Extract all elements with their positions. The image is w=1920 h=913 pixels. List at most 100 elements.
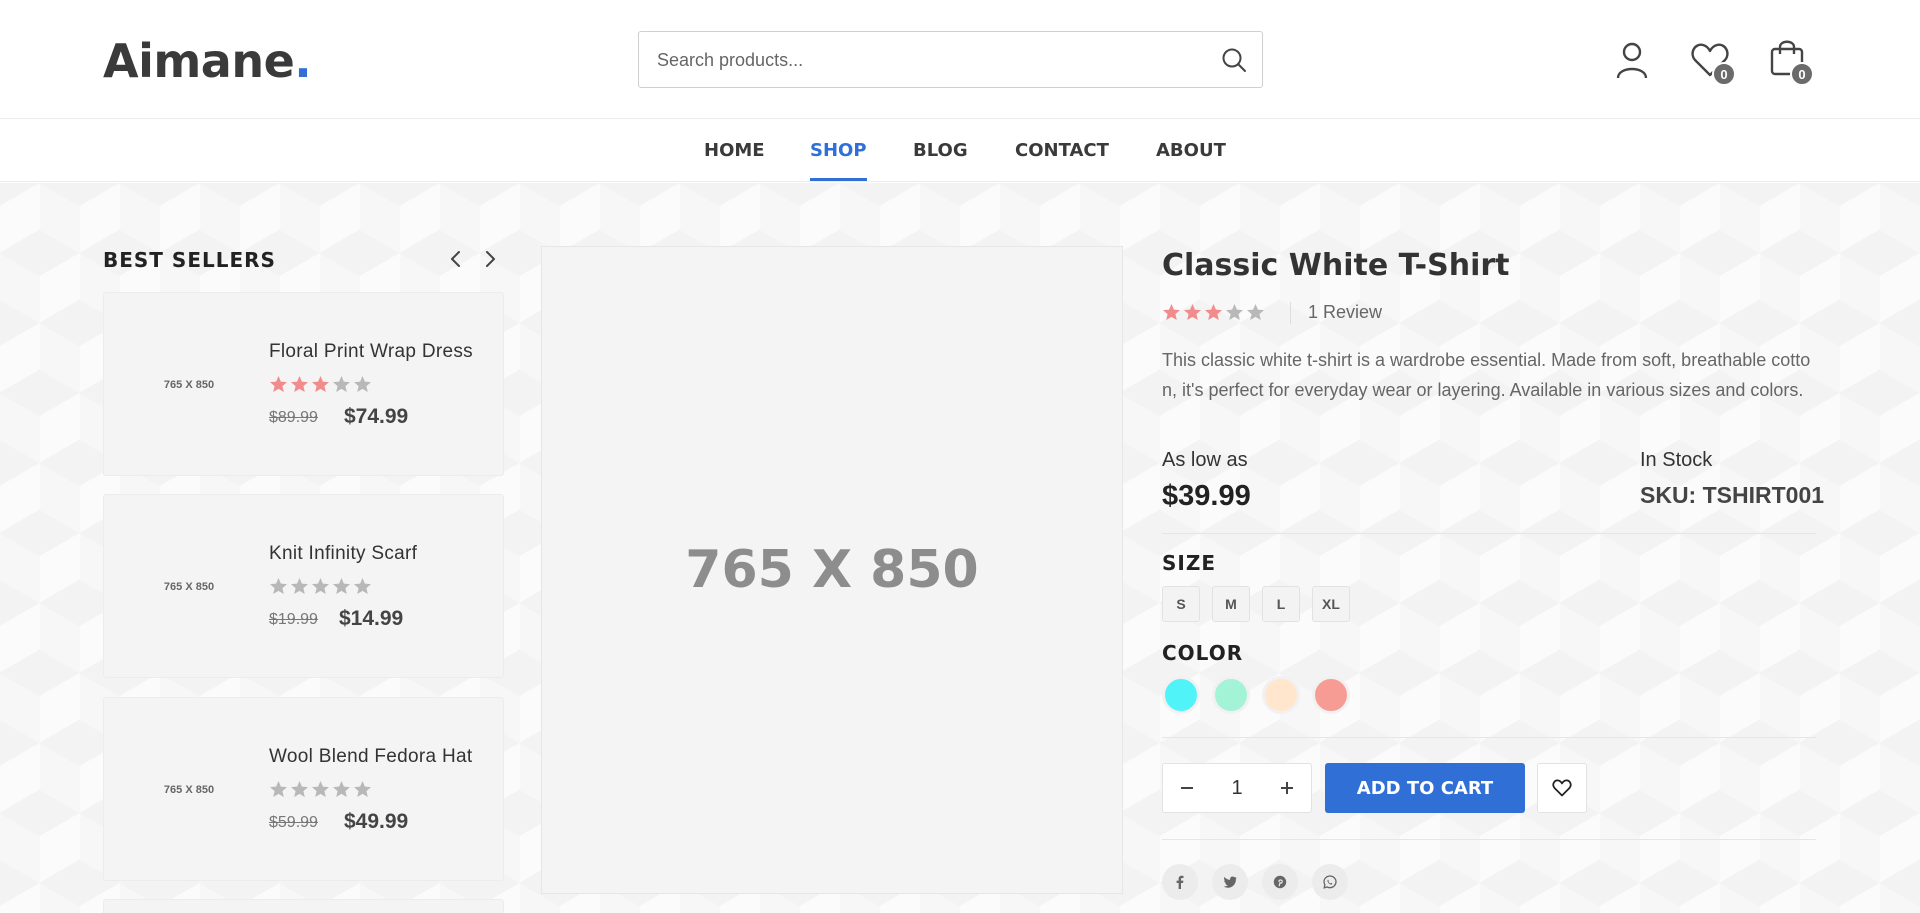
divider (1162, 839, 1816, 840)
cart-count-badge: 0 (1790, 62, 1814, 86)
size-option-xl[interactable]: XL (1312, 586, 1350, 622)
star-filled-icon (270, 376, 287, 392)
nav-about[interactable]: ABOUT (1156, 140, 1226, 161)
star-empty-icon (291, 781, 308, 797)
wishlist-count-badge: 0 (1712, 62, 1736, 86)
product-name[interactable]: Knit Infinity Scarf (269, 543, 417, 565)
star-empty-icon (333, 578, 350, 594)
nav-home[interactable]: HOME (704, 140, 765, 161)
twitter-icon (1223, 876, 1237, 888)
star-filled-icon (312, 376, 329, 392)
brand-name: Aimane (103, 34, 295, 88)
price: $74.99 (344, 405, 409, 428)
brand-logo[interactable]: Aimane. (103, 34, 312, 88)
best-seller-card[interactable]: 765 X 850 Wool Blend Fedora Hat $59.99 $… (103, 697, 504, 881)
star-empty-icon (354, 376, 371, 392)
divider (1162, 737, 1816, 738)
quantity-decrease-button[interactable] (1163, 764, 1211, 812)
price: $49.99 (344, 810, 409, 833)
price-label: As low as (1162, 449, 1248, 471)
color-swatch-4[interactable] (1312, 676, 1350, 714)
star-empty-icon (1226, 304, 1243, 320)
user-icon[interactable] (1612, 40, 1652, 80)
size-option-m[interactable]: M (1212, 586, 1250, 622)
quantity-value[interactable]: 1 (1215, 777, 1259, 800)
rating-stars (269, 375, 372, 394)
share-pinterest[interactable] (1262, 864, 1298, 900)
star-empty-icon (312, 781, 329, 797)
quantity-increase-button[interactable] (1263, 764, 1311, 812)
product-main-image[interactable]: 765 X 850 (541, 246, 1123, 894)
whatsapp-icon (1323, 875, 1337, 889)
pinterest-icon (1273, 875, 1287, 889)
old-price: $19.99 (269, 611, 318, 628)
old-price: $89.99 (269, 409, 318, 426)
star-empty-icon (270, 781, 287, 797)
wishlist-button[interactable]: 0 (1690, 40, 1740, 88)
product-thumbnail[interactable]: 765 X 850 (104, 495, 274, 679)
divider (1162, 533, 1816, 534)
add-to-wishlist-button[interactable] (1537, 763, 1587, 813)
rating-stars (269, 780, 372, 799)
product-price: $39.99 (1162, 480, 1251, 512)
star-filled-icon (1163, 304, 1180, 320)
star-empty-icon (354, 781, 371, 797)
share-whatsapp[interactable] (1312, 864, 1348, 900)
size-label: SIZE (1162, 551, 1217, 575)
chevron-right-icon[interactable] (479, 248, 501, 270)
color-swatch-1[interactable] (1162, 676, 1200, 714)
color-swatch-3[interactable] (1262, 676, 1300, 714)
product-name[interactable]: Floral Print Wrap Dress (269, 341, 473, 363)
color-swatch-2[interactable] (1212, 676, 1250, 714)
star-empty-icon (333, 376, 350, 392)
share-facebook[interactable] (1162, 864, 1198, 900)
search-box (638, 31, 1263, 88)
plus-icon (1281, 782, 1293, 794)
quantity-stepper: 1 (1162, 763, 1312, 813)
product-rating-stars (1162, 303, 1265, 322)
best-sellers-title: BEST SELLERS (103, 248, 276, 272)
nav-blog[interactable]: BLOG (913, 140, 968, 161)
divider (1290, 302, 1291, 324)
product-title: Classic White T-Shirt (1162, 248, 1510, 283)
search-input[interactable] (657, 46, 1217, 74)
heart-icon (1552, 779, 1572, 797)
minus-icon (1181, 787, 1193, 789)
cart-button[interactable]: 0 (1768, 36, 1820, 88)
size-option-l[interactable]: L (1262, 586, 1300, 622)
chevron-left-icon[interactable] (445, 248, 467, 270)
old-price: $59.99 (269, 814, 318, 831)
star-empty-icon (333, 781, 350, 797)
product-thumbnail[interactable]: 765 X 850 (104, 293, 274, 477)
site-header: Aimane. 0 0 (0, 0, 1920, 119)
star-empty-icon (1247, 304, 1264, 320)
facebook-icon (1176, 875, 1184, 889)
product-description: This classic white t-shirt is a wardrobe… (1162, 350, 1811, 400)
star-empty-icon (291, 578, 308, 594)
best-seller-card[interactable]: 765 X 850 Floral Print Wrap Dress $89.99… (103, 292, 504, 476)
rating-stars (269, 577, 372, 596)
nav-contact[interactable]: CONTACT (1015, 140, 1109, 161)
review-count-link[interactable]: 1 Review (1308, 302, 1382, 323)
size-option-s[interactable]: S (1162, 586, 1200, 622)
best-seller-card-partial[interactable] (103, 899, 504, 913)
product-sku: SKU: TSHIRT001 (1640, 482, 1825, 508)
star-filled-icon (1184, 304, 1201, 320)
stock-status: In Stock (1640, 449, 1713, 471)
search-icon[interactable] (1220, 46, 1248, 74)
price: $14.99 (339, 607, 404, 630)
brand-dot: . (294, 34, 312, 88)
star-empty-icon (270, 578, 287, 594)
share-twitter[interactable] (1212, 864, 1248, 900)
star-filled-icon (291, 376, 308, 392)
best-seller-card[interactable]: 765 X 850 Knit Infinity Scarf $19.99 $14… (103, 494, 504, 678)
star-empty-icon (354, 578, 371, 594)
color-label: COLOR (1162, 641, 1244, 665)
product-thumbnail[interactable]: 765 X 850 (104, 698, 274, 882)
product-name[interactable]: Wool Blend Fedora Hat (269, 746, 472, 768)
add-to-cart-button[interactable]: ADD TO CART (1325, 763, 1525, 813)
star-filled-icon (1205, 304, 1222, 320)
star-empty-icon (312, 578, 329, 594)
main-nav: HOME SHOP BLOG CONTACT ABOUT (0, 120, 1920, 182)
nav-shop[interactable]: SHOP (810, 140, 867, 181)
